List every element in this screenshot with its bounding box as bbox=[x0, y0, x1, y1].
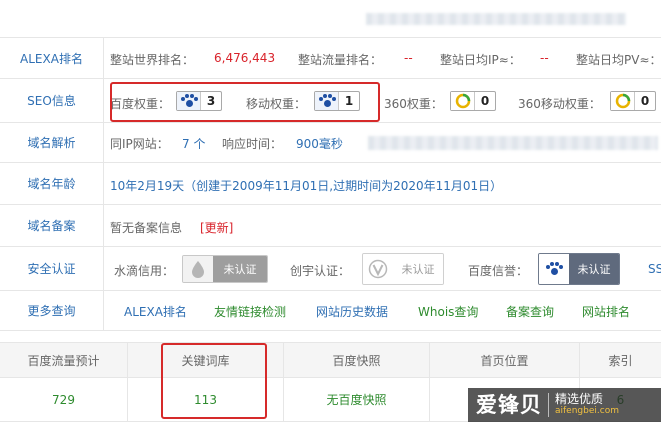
link-alexa[interactable]: ALEXA排名 bbox=[124, 303, 187, 320]
shuidi-badge-text: 未认证 bbox=[213, 256, 267, 282]
shuidi-label: 水滴信用： bbox=[114, 264, 175, 278]
dns-row-label: 域名解析 bbox=[0, 123, 104, 162]
s360-logo-icon bbox=[451, 92, 475, 110]
icp-refresh-link[interactable]: [更新] bbox=[200, 219, 233, 236]
s360-weight-badge[interactable]: 0 bbox=[450, 91, 496, 111]
link-whois[interactable]: Whois查询 bbox=[418, 303, 478, 320]
same-ip-label: 同IP网站： bbox=[110, 137, 169, 151]
baidu-paw-icon bbox=[539, 254, 569, 284]
seo-row-label: SEO信息 bbox=[0, 79, 104, 122]
daily-ip-label: 整站日均IP≈： bbox=[440, 53, 521, 67]
domain-age-value: 10年2月19天（创建于2009年11月01日,过期时间为2020年11月01日… bbox=[110, 179, 503, 193]
site-watermark: 爱锋贝 精选优质 aifengbei.com bbox=[468, 388, 661, 422]
baidu-credit-badge-text: 未认证 bbox=[569, 254, 619, 284]
daily-pv-label: 整站日均PV≈： bbox=[576, 53, 661, 67]
alexa-row: ALEXA排名 整站世界排名： 6,476,443 整站流量排名： -- 整站日… bbox=[0, 38, 661, 79]
blurred-header bbox=[366, 13, 626, 25]
response-time-value: 900毫秒 bbox=[296, 137, 343, 151]
icp-row: 域名备案 暂无备案信息 [更新] bbox=[0, 205, 661, 247]
col-home-position: 首页位置 bbox=[430, 343, 580, 377]
link-site-rank[interactable]: 网站排名 bbox=[582, 303, 630, 320]
col-baidu-snapshot: 百度快照 bbox=[284, 343, 430, 377]
s360-weight-value: 0 bbox=[480, 94, 490, 108]
link-friend-links[interactable]: 友情链接检测 bbox=[214, 303, 286, 320]
cell-baidu-traffic: 729 bbox=[0, 378, 128, 421]
chuangyu-badge[interactable]: 未认证 bbox=[362, 253, 444, 285]
watermark-sub2: aifengbei.com bbox=[555, 406, 619, 416]
more-query-row: 更多查询 ALEXA排名 友情链接检测 网站历史数据 Whois查询 备案查询 … bbox=[0, 291, 661, 331]
more-query-label: 更多查询 bbox=[0, 291, 104, 330]
col-baidu-traffic: 百度流量预计 bbox=[0, 343, 128, 377]
traffic-rank-value: -- bbox=[404, 51, 413, 65]
baidu-credit-badge[interactable]: 未认证 bbox=[538, 253, 620, 285]
same-ip-value[interactable]: 7 个 bbox=[182, 135, 205, 152]
icp-row-label: 域名备案 bbox=[0, 205, 104, 246]
v-shield-icon bbox=[363, 254, 393, 284]
s360-weight-label: 360权重： bbox=[384, 97, 443, 111]
baidu-credit-label: 百度信誉： bbox=[468, 264, 529, 278]
highlight-seo-weights bbox=[110, 82, 380, 122]
domain-age-row: 域名年龄 10年2月19天（创建于2009年11月01日,过期时间为2020年1… bbox=[0, 163, 661, 205]
watermark-main: 爱锋贝 bbox=[468, 393, 549, 417]
dns-row: 域名解析 同IP网站： 7 个 响应时间： 900毫秒 bbox=[0, 123, 661, 163]
stats-table-header: 百度流量预计 关键词库 百度快照 首页位置 索引 bbox=[0, 342, 661, 378]
shuidi-badge[interactable]: 未认证 bbox=[182, 255, 268, 283]
blurred-ip bbox=[368, 136, 658, 150]
water-drop-icon bbox=[183, 256, 213, 282]
link-icp[interactable]: 备案查询 bbox=[506, 303, 554, 320]
watermark-sub1: 精选优质 bbox=[555, 392, 604, 406]
traffic-rank-label: 整站流量排名： bbox=[298, 53, 383, 67]
world-rank-value: 6,476,443 bbox=[214, 51, 276, 65]
s360-logo-icon bbox=[611, 92, 635, 110]
chuangyu-badge-text: 未认证 bbox=[393, 254, 443, 284]
response-time-label: 响应时间： bbox=[222, 137, 283, 151]
top-bar bbox=[0, 0, 661, 38]
highlight-keywords bbox=[161, 343, 267, 419]
domain-age-label: 域名年龄 bbox=[0, 163, 104, 204]
s360-mobile-weight-badge[interactable]: 0 bbox=[610, 91, 656, 111]
col-index: 索引 bbox=[608, 353, 633, 368]
cell-baidu-snapshot: 无百度快照 bbox=[284, 378, 430, 421]
s360-mobile-weight-label: 360移动权重： bbox=[518, 97, 601, 111]
ssl-label-truncated: SS bbox=[648, 262, 661, 276]
link-history[interactable]: 网站历史数据 bbox=[316, 303, 388, 320]
icp-value: 暂无备案信息 bbox=[110, 221, 183, 235]
security-row: 安全认证 水滴信用： 未认证 创宇认证： 未认证 百度信誉： 未认证 SS bbox=[0, 247, 661, 291]
security-row-label: 安全认证 bbox=[0, 247, 104, 290]
s360-mobile-weight-value: 0 bbox=[640, 94, 650, 108]
world-rank-label: 整站世界排名： bbox=[110, 53, 195, 67]
daily-ip-value: -- bbox=[540, 51, 549, 65]
alexa-row-label: ALEXA排名 bbox=[0, 38, 104, 78]
chuangyu-label: 创宇认证： bbox=[290, 264, 351, 278]
